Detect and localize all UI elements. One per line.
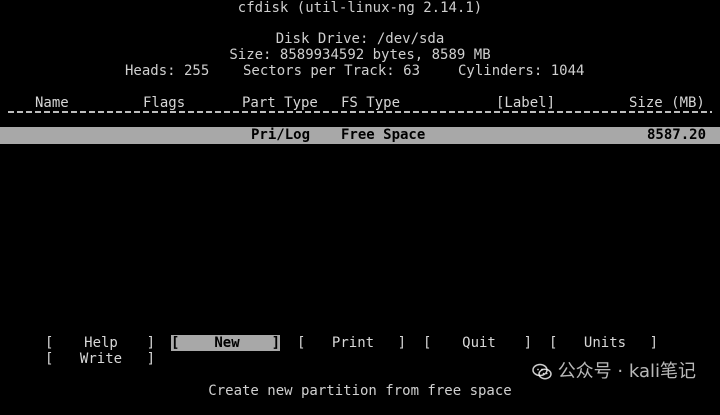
menu-quit-label: Quit: [462, 335, 496, 351]
menu-units-label: Units: [583, 335, 627, 351]
menu-new-button[interactable]: [ New ]: [171, 335, 280, 351]
table-divider: [8, 111, 712, 113]
row-size: 8587.20: [647, 127, 707, 143]
menu-print-button[interactable]: [ Print ]: [297, 335, 406, 351]
status-message: Create new partition from free space: [208, 383, 512, 399]
menu-quit-button[interactable]: [ Quit ]: [423, 335, 532, 351]
column-size: Size (MB): [629, 95, 705, 111]
column-part-type: Part Type: [242, 95, 318, 111]
menu-print-label: Print: [331, 335, 375, 351]
watermark: 公众号 · kali笔记: [531, 361, 696, 382]
menu-units-button[interactable]: [ Units ]: [549, 335, 658, 351]
app-title: cfdisk (util-linux-ng 2.14.1): [237, 0, 483, 16]
column-flags: Flags: [143, 95, 186, 111]
menu-write-button[interactable]: [ Write ]: [45, 351, 155, 367]
disk-drive-label: Disk Drive: /dev/sda: [275, 31, 445, 47]
menu-write-label: Write: [79, 351, 123, 367]
cylinders-label: Cylinders: 1044: [458, 63, 585, 79]
menu-new-label: New: [214, 335, 240, 351]
row-part-type: Pri/Log: [251, 127, 311, 143]
row-fs-type: Free Space: [341, 127, 426, 143]
menu-help-button[interactable]: [ Help ]: [45, 335, 155, 351]
sectors-label: Sectors per Track: 63: [243, 63, 421, 79]
menu-help-label: Help: [84, 335, 118, 351]
watermark-text: 公众号 · kali笔记: [557, 361, 696, 382]
wechat-icon: [531, 363, 552, 381]
heads-label: Heads: 255: [125, 63, 210, 79]
column-label: [Label]: [496, 95, 556, 111]
partition-row-selected[interactable]: Pri/Log Free Space 8587.20: [0, 127, 720, 144]
disk-size-label: Size: 8589934592 bytes, 8589 MB: [229, 47, 491, 63]
column-name: Name: [35, 95, 69, 111]
column-fs-type: FS Type: [341, 95, 401, 111]
